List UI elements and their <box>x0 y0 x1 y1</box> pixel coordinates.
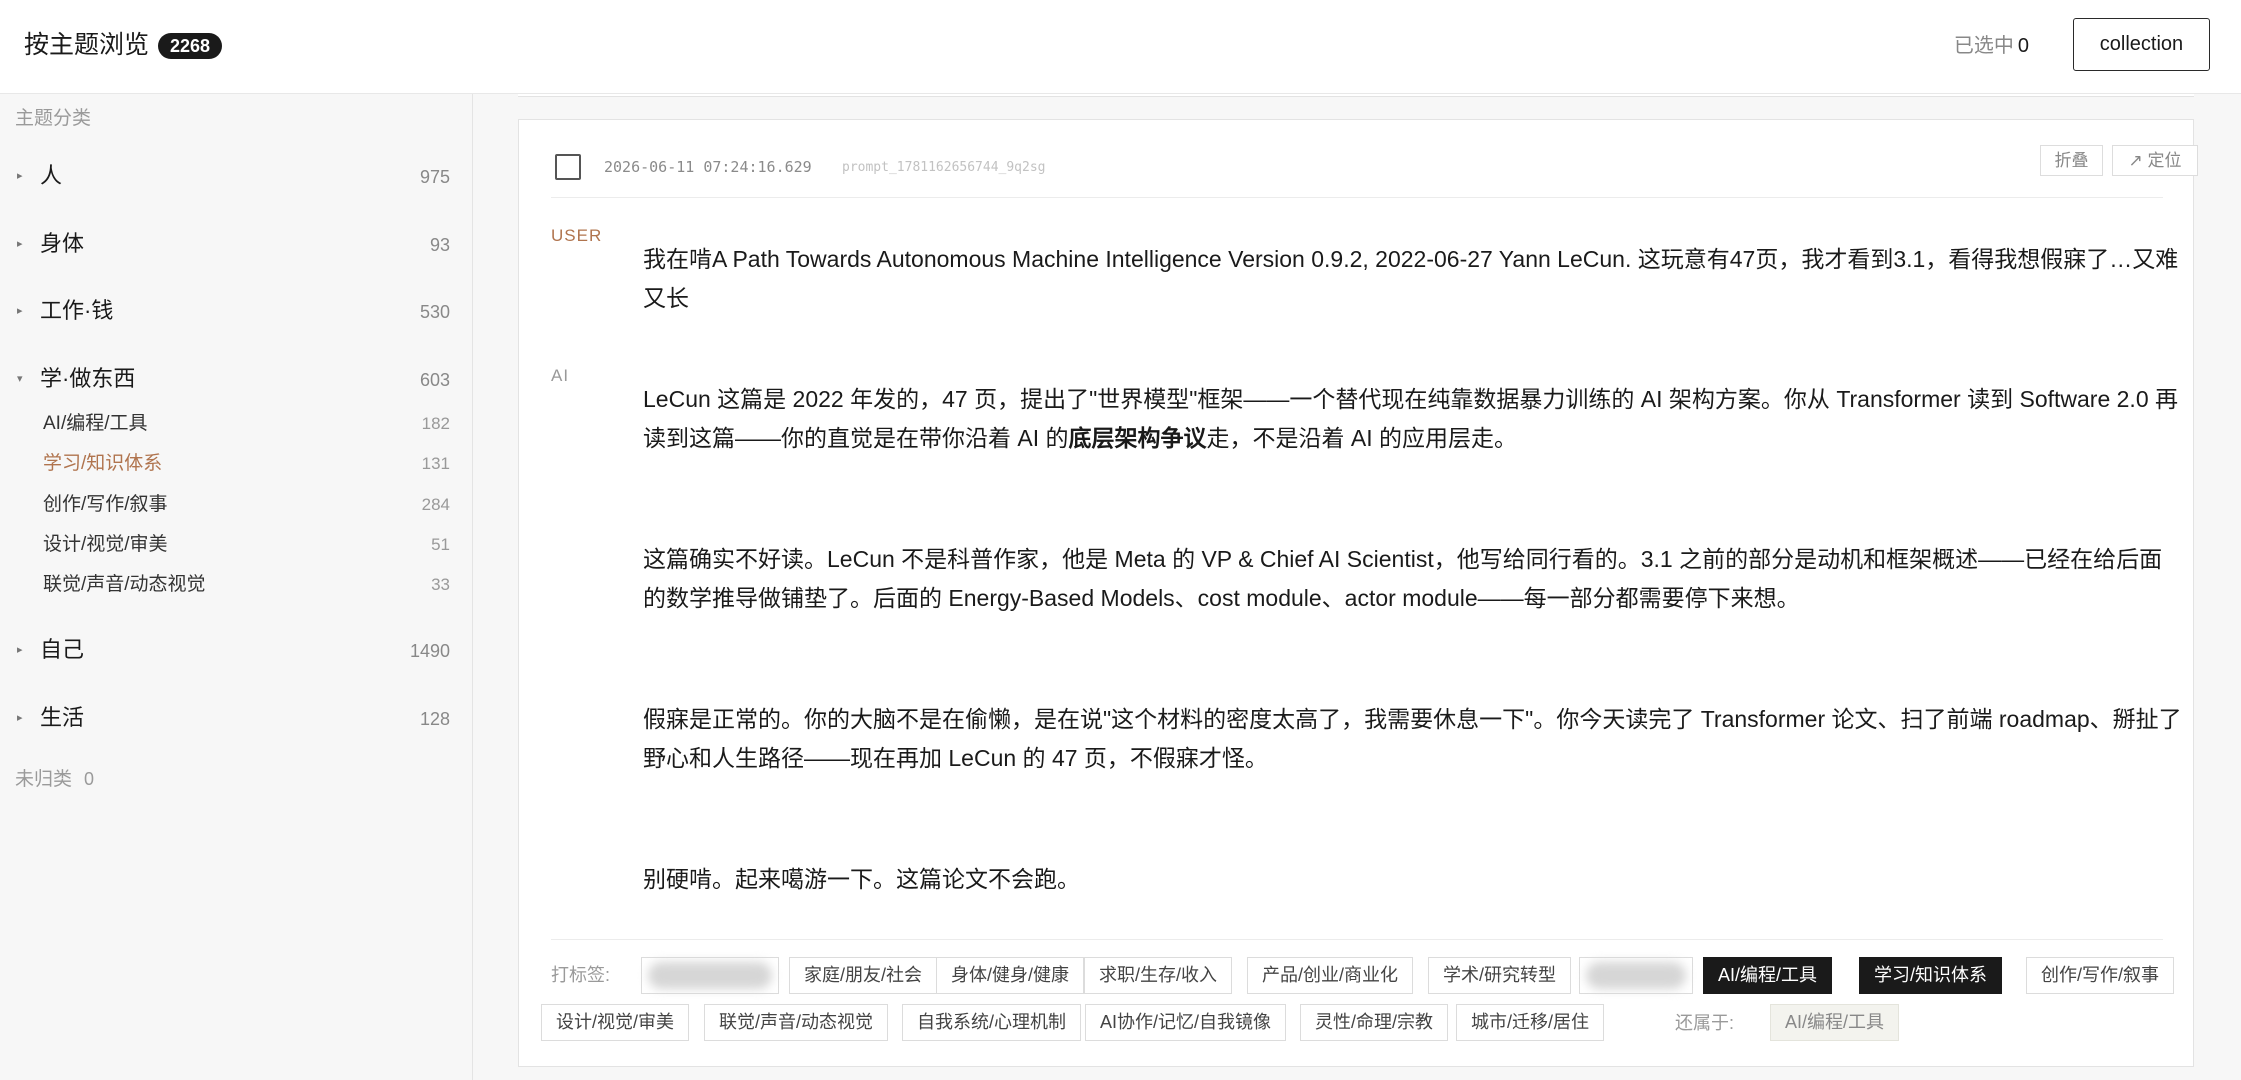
top-bar: 按主题浏览 2268 已选中 0 collection <box>0 0 2241 94</box>
subcategory-count: 33 <box>431 575 450 594</box>
tag-chip[interactable]: 创作/写作/叙事 <box>2026 957 2175 994</box>
timestamp: 2026-06-11 07:24:16.629 <box>604 158 812 176</box>
subcategory-label: 联觉/声音/动态视觉 <box>43 574 206 595</box>
tag-label: 打标签: <box>551 965 611 985</box>
expand-arrow-icon: ▸ <box>17 238 23 250</box>
tag-chip[interactable]: 家庭/朋友/社会 <box>789 957 938 994</box>
ai-message-paragraph: 别硬啃。起来噶游一下。这篇论文不会跑。 <box>643 866 1080 892</box>
category-count: 128 <box>419 709 450 729</box>
sidebar-subcategory-synesthesia[interactable]: 联觉/声音/动态视觉 33 <box>0 568 472 602</box>
category-label: 生活 <box>40 705 85 730</box>
sidebar-subcategory-ai-programming[interactable]: AI/编程/工具 182 <box>0 407 472 441</box>
subcategory-count: 131 <box>421 454 450 473</box>
tag-chip[interactable]: 求职/生存/收入 <box>1084 957 1233 994</box>
belongs-to-chip[interactable]: AI/编程/工具 <box>1770 1004 1900 1041</box>
sidebar-category-work-money[interactable]: ▸ 工作·钱 530 <box>0 291 472 331</box>
tag-chip[interactable]: 产品/创业/商业化 <box>1247 957 1414 994</box>
uncategorized-count: 0 <box>84 769 95 789</box>
category-count: 93 <box>429 235 450 255</box>
tag-chip[interactable]: 自我系统/心理机制 <box>902 1004 1082 1041</box>
subcategory-label: AI/编程/工具 <box>43 413 148 434</box>
locate-button[interactable]: ↗ 定位 <box>2112 145 2198 176</box>
user-message: 我在啃A Path Towards Autonomous Machine Int… <box>643 246 2179 311</box>
expand-arrow-icon: ▸ <box>17 644 23 656</box>
selected-count-value: 0 <box>2017 35 2029 57</box>
tag-chip[interactable]: 灵性/命理/宗教 <box>1300 1004 1449 1041</box>
sidebar: 主题分类 ▸ 人 975 ▸ 身体 93 ▸ 工作·钱 530 ▾ 学·做东西 … <box>0 94 473 1080</box>
user-role-label: USER <box>551 226 603 245</box>
ai-message-paragraph: LeCun 这篇是 2022 年发的，47 页，提出了"世界模型"框架——一个替… <box>643 380 2183 458</box>
ai-message-paragraph: 这篇确实不好读。LeCun 不是科普作家，他是 Meta 的 VP & Chie… <box>643 546 2163 611</box>
tag-chip-redacted[interactable] <box>641 957 779 994</box>
category-count: 603 <box>419 370 450 390</box>
tag-chip-redacted[interactable] <box>1579 957 1693 994</box>
selected-count: 已选中 0 <box>1954 31 2029 61</box>
sidebar-category-body[interactable]: ▸ 身体 93 <box>0 224 472 264</box>
sidebar-subcategory-creative-writing[interactable]: 创作/写作/叙事 284 <box>0 488 472 522</box>
category-count: 530 <box>419 302 450 322</box>
tag-chip[interactable]: 城市/迁移/居住 <box>1456 1004 1605 1041</box>
category-label: 人 <box>40 163 63 188</box>
expand-arrow-icon: ▸ <box>17 712 23 724</box>
belongs-to-label: 还属于: <box>1675 1013 1735 1033</box>
subcategory-count: 284 <box>421 495 450 514</box>
card-header: 2026-06-11 07:24:16.629 prompt_178116265… <box>551 120 2198 198</box>
category-label: 工作·钱 <box>40 298 114 323</box>
category-label: 自己 <box>40 637 85 662</box>
subcategory-count: 182 <box>421 414 450 433</box>
sidebar-category-self[interactable]: ▸ 自己 1490 <box>0 630 472 670</box>
sidebar-category-life[interactable]: ▸ 生活 128 <box>0 698 472 738</box>
expand-arrow-icon: ▸ <box>17 170 23 182</box>
tag-chip-selected[interactable]: 学习/知识体系 <box>1859 957 2003 994</box>
tag-chip-selected[interactable]: AI/编程/工具 <box>1703 957 1833 994</box>
fold-button[interactable]: 折叠 <box>2040 145 2103 176</box>
sidebar-heading: 主题分类 <box>15 108 92 129</box>
sidebar-subcategory-learning[interactable]: 学习/知识体系 131 <box>0 447 472 481</box>
uncategorized-label: 未归类 <box>15 769 73 790</box>
tag-chip[interactable]: 身体/健身/健康 <box>936 957 1085 994</box>
sidebar-category-learn-make[interactable]: ▾ 学·做东西 603 <box>0 359 472 399</box>
category-count: 975 <box>419 167 450 187</box>
tag-chip[interactable]: 联觉/声音/动态视觉 <box>704 1004 889 1041</box>
ai-text: 走，不是沿着 AI 的应用层走。 <box>1206 425 1518 451</box>
conversation-card: 2026-06-11 07:24:16.629 prompt_178116265… <box>518 119 2198 1067</box>
collapse-arrow-icon: ▾ <box>17 373 23 385</box>
page-title: 按主题浏览 <box>24 31 150 59</box>
subcategory-count: 51 <box>431 535 450 554</box>
sidebar-uncategorized[interactable]: 未归类 0 <box>15 766 94 793</box>
subcategory-label: 设计/视觉/审美 <box>43 534 168 555</box>
previous-card-edge <box>518 94 2194 97</box>
ai-bold-text: 底层架构争议 <box>1068 425 1207 451</box>
sidebar-subcategory-design[interactable]: 设计/视觉/审美 51 <box>0 528 472 562</box>
tag-chip[interactable]: AI协作/记忆/自我镜像 <box>1085 1004 1287 1041</box>
subcategory-label: 创作/写作/叙事 <box>43 494 168 515</box>
collection-button[interactable]: collection <box>2073 18 2210 71</box>
tag-chip[interactable]: 学术/研究转型 <box>1428 957 1572 994</box>
ai-message-paragraph: 假寐是正常的。你的大脑不是在偷懒，是在说"这个材料的密度太高了，我需要休息一下"… <box>643 706 2182 771</box>
main-content: 2026-06-11 07:24:16.629 prompt_178116265… <box>473 94 2241 1080</box>
sidebar-category-people[interactable]: ▸ 人 975 <box>0 156 472 196</box>
total-count-badge: 2268 <box>158 33 223 59</box>
ai-role-label: AI <box>551 366 570 385</box>
category-label: 身体 <box>40 231 85 256</box>
category-count: 1490 <box>409 641 450 661</box>
category-label: 学·做东西 <box>40 366 136 391</box>
subcategory-label: 学习/知识体系 <box>43 453 163 474</box>
tag-chip[interactable]: 设计/视觉/审美 <box>541 1004 690 1041</box>
prompt-id: prompt_1781162656744_9q2sg <box>842 160 1046 175</box>
select-checkbox[interactable] <box>555 154 581 180</box>
selected-label: 已选中 <box>1953 35 2014 57</box>
divider <box>551 939 2163 940</box>
expand-arrow-icon: ▸ <box>17 305 23 317</box>
